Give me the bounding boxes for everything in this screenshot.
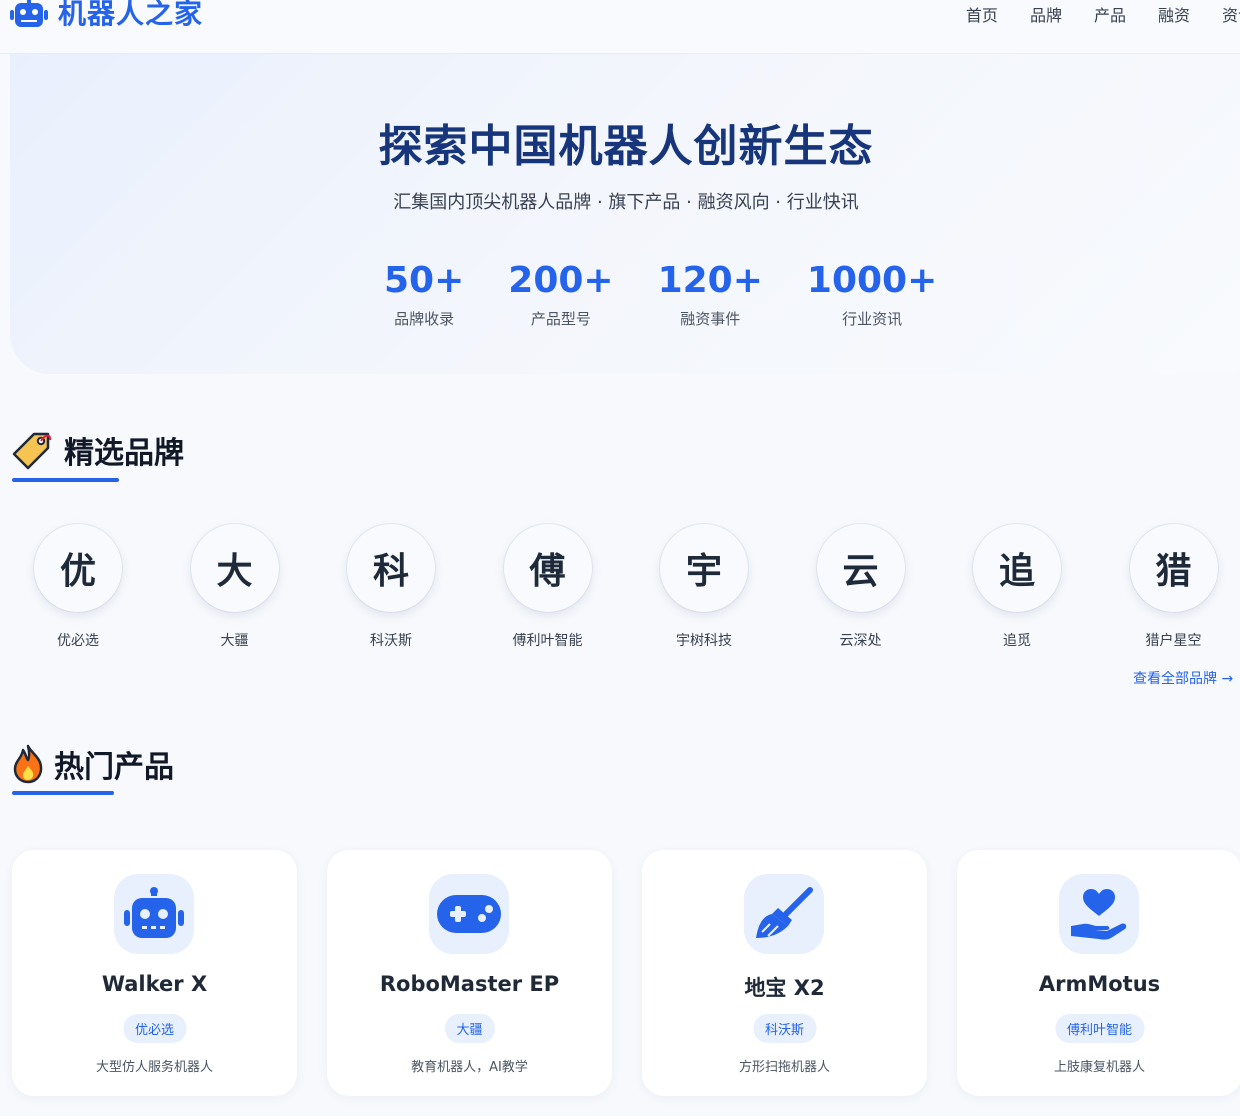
stat-products: 200+ 产品型号 — [508, 260, 613, 329]
brands-section-title: 精选品牌 — [64, 436, 184, 471]
products-title-underline — [12, 791, 114, 795]
brand-item[interactable]: 猎 猎户星空 — [1129, 524, 1226, 650]
main-nav: 首页 品牌 产品 融资 资讯 — [966, 2, 1240, 26]
brand-item[interactable]: 傅 傅利叶智能 — [503, 524, 661, 650]
product-name: Walker X — [101, 972, 208, 996]
brand-item[interactable]: 宇 宇树科技 — [660, 524, 817, 650]
hero-subtitle: 汇集国内顶尖机器人品牌 · 旗下产品 · 融资风向 · 行业快讯 — [393, 192, 859, 213]
product-list: Walker X 优必选 大型仿人服务机器人 RoboMaster EP 大疆 … — [12, 850, 1240, 1096]
nav-home[interactable]: 首页 — [966, 2, 998, 26]
robot-logo-icon — [10, 0, 48, 27]
brand-avatar: 科 — [347, 524, 435, 612]
fire-icon — [13, 744, 43, 784]
nav-funding[interactable]: 融资 — [1158, 2, 1190, 26]
brand-list: 优 优必选 大 大疆 科 科沃斯 傅 傅利叶智能 宇 宇树科技 云 云深处 追 … — [34, 524, 1226, 650]
product-name: RoboMaster EP — [379, 972, 560, 996]
product-brand-tag[interactable]: 优必选 — [122, 1014, 187, 1043]
brand-name: 优必选 — [57, 633, 99, 649]
product-card[interactable]: ArmMotus 傅利叶智能 上肢康复机器人 — [957, 850, 1240, 1096]
stat-label: 行业资讯 — [842, 310, 903, 328]
nav-brands[interactable]: 品牌 — [1030, 2, 1062, 26]
product-name: ArmMotus — [1038, 972, 1161, 996]
brand-name: 大疆 — [220, 633, 249, 649]
stat-value: 200+ — [508, 260, 614, 301]
product-desc: 上肢康复机器人 — [1053, 1060, 1145, 1075]
stat-label: 品牌收录 — [394, 310, 455, 328]
brand-name: 宇树科技 — [676, 633, 732, 649]
broom-icon — [756, 887, 813, 938]
product-icon-box — [114, 874, 194, 954]
stat-value: 1000+ — [806, 260, 938, 301]
brand-name: 云深处 — [839, 633, 882, 649]
product-brand-tag[interactable]: 大疆 — [444, 1014, 495, 1043]
brand-avatar: 宇 — [660, 524, 748, 612]
site-logo[interactable]: 机器人之家 — [10, 0, 203, 32]
brand-avatar: 优 — [34, 524, 122, 612]
brand-item[interactable]: 大 大疆 — [190, 524, 348, 650]
stats-row: 50+ 品牌收录 200+ 产品型号 120+ 融资事件 1000+ 行业资讯 — [384, 260, 937, 329]
brand-avatar: 追 — [973, 524, 1061, 612]
heart-hand-icon — [1071, 889, 1127, 940]
top-header: 机器人之家 首页 品牌 产品 融资 资讯 — [0, 0, 1240, 54]
product-name: 地宝 X2 — [744, 976, 825, 1000]
product-card[interactable]: 地宝 X2 科沃斯 方形扫拖机器人 — [642, 850, 927, 1096]
stat-label: 融资事件 — [680, 310, 741, 328]
hero-banner: 探索中国机器人创新生态 汇集国内顶尖机器人品牌 · 旗下产品 · 融资风向 · … — [10, 54, 1240, 374]
stat-value: 50+ — [384, 260, 465, 301]
brand-avatar: 大 — [190, 524, 279, 612]
view-all-brands-link[interactable]: 查看全部品牌 → — [1133, 668, 1233, 688]
product-icon-box — [429, 874, 509, 954]
product-desc: 教育机器人，AI教学 — [411, 1060, 528, 1075]
brand-avatar: 云 — [816, 524, 905, 612]
brand-name: 猎户星空 — [1145, 633, 1202, 649]
product-card[interactable]: RoboMaster EP 大疆 教育机器人，AI教学 — [327, 850, 612, 1096]
products-section-header: 热门产品 — [12, 742, 174, 786]
brand-name: 傅利叶智能 — [512, 633, 583, 649]
brand-avatar: 傅 — [503, 524, 592, 612]
hero-title: 探索中国机器人创新生态 — [378, 121, 874, 172]
nav-news[interactable]: 资讯 — [1222, 2, 1240, 26]
product-brand-tag[interactable]: 傅利叶智能 — [1054, 1014, 1145, 1043]
brand-item[interactable]: 追 追觅 — [973, 524, 1130, 650]
logo-text: 机器人之家 — [58, 0, 204, 30]
brand-avatar: 猎 — [1129, 524, 1218, 612]
brand-item[interactable]: 优 优必选 — [34, 524, 191, 650]
product-brand-tag[interactable]: 科沃斯 — [752, 1014, 817, 1043]
tag-icon — [12, 432, 52, 470]
brand-item[interactable]: 科 科沃斯 — [347, 524, 504, 650]
robot-icon — [124, 887, 184, 938]
stat-funding: 120+ 融资事件 — [658, 260, 763, 329]
stat-value: 120+ — [657, 260, 763, 301]
stat-brands: 50+ 品牌收录 — [384, 260, 464, 329]
brand-name: 科沃斯 — [370, 633, 412, 649]
product-icon-box — [744, 874, 824, 954]
brands-section-header: 精选品牌 — [12, 428, 184, 472]
gamepad-icon — [437, 895, 501, 933]
product-desc: 大型仿人服务机器人 — [95, 1060, 213, 1075]
product-card[interactable]: Walker X 优必选 大型仿人服务机器人 — [12, 850, 297, 1096]
brand-name: 追觅 — [1003, 633, 1031, 649]
brands-title-underline — [12, 478, 119, 482]
nav-products[interactable]: 产品 — [1094, 2, 1126, 26]
brand-item[interactable]: 云 云深处 — [816, 524, 974, 650]
stat-label: 产品型号 — [530, 310, 591, 328]
stat-news: 1000+ 行业资讯 — [807, 260, 937, 329]
product-desc: 方形扫拖机器人 — [738, 1060, 830, 1075]
product-icon-box — [1059, 874, 1139, 954]
products-section-title: 热门产品 — [54, 750, 174, 785]
